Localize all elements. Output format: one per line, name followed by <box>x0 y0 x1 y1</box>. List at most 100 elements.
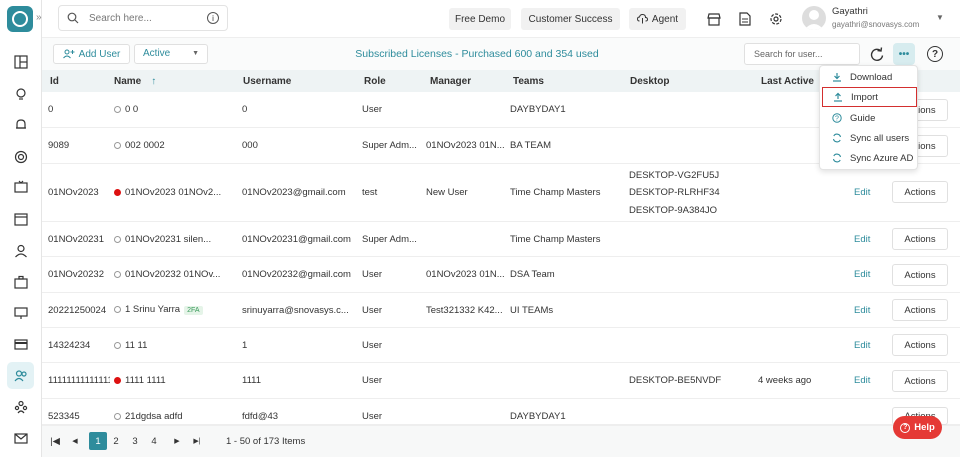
desktop-icon[interactable] <box>11 303 31 323</box>
customer-success-button[interactable]: Customer Success <box>521 8 620 30</box>
cell-name-text: 1 Srinu Yarra <box>125 304 181 315</box>
info-icon[interactable]: i <box>207 12 219 24</box>
app-logo[interactable] <box>7 6 33 32</box>
document-icon[interactable] <box>735 9 755 29</box>
cell-name[interactable]: 1 Srinu Yarra 2FA <box>114 304 238 315</box>
cell-name[interactable]: 01NOv2023 01NOv2... <box>114 187 236 198</box>
table-row: 1111111111111111 1111 1111 1111 User DES… <box>42 363 960 399</box>
status-select[interactable]: Active ▼ <box>134 44 208 64</box>
actions-button[interactable]: Actions <box>892 299 948 321</box>
cell-name[interactable]: 01NOv20232 01NOv... <box>114 269 236 280</box>
edit-link[interactable]: Edit <box>854 375 870 386</box>
next-page-icon[interactable]: ▶ <box>170 432 184 450</box>
billing-icon[interactable] <box>11 334 31 354</box>
cell-id: 01NOv2023 <box>48 187 99 198</box>
cell-desktop: DESKTOP-RLRHF34 <box>629 187 720 198</box>
prev-page-icon[interactable]: ◀ <box>68 432 82 450</box>
actions-button[interactable]: Actions <box>892 181 948 203</box>
col-role[interactable]: Role <box>364 76 386 87</box>
chevron-down-icon[interactable]: ▼ <box>936 13 944 22</box>
cell-teams: BA TEAM <box>510 140 552 151</box>
insights-icon[interactable] <box>11 84 31 104</box>
edit-link[interactable]: Edit <box>854 305 870 316</box>
table-row: 14324234 11 11 1 User Edit Actions <box>42 328 960 363</box>
productivity-icon[interactable] <box>11 147 31 167</box>
table-row: 01NOv20232 01NOv20232 01NOv... 01NOv2023… <box>42 257 960 293</box>
cell-desktop: DESKTOP-VG2FU5J <box>629 170 720 181</box>
store-icon[interactable] <box>704 9 724 29</box>
menu-item-guide[interactable]: ? Guide <box>822 108 917 128</box>
global-search-input[interactable] <box>89 11 199 26</box>
page-3-button[interactable]: 3 <box>127 432 143 450</box>
cell-id: 14324234 <box>48 340 91 351</box>
first-page-icon[interactable]: |◀ <box>48 432 62 450</box>
cell-name[interactable]: 0 0 <box>114 104 236 115</box>
add-user-icon <box>62 49 75 59</box>
cell-teams: DAYBYDAY1 <box>510 411 566 422</box>
menu-item-sync-azure[interactable]: Sync Azure AD <box>822 148 917 168</box>
cell-name[interactable]: 11 11 <box>114 340 236 351</box>
cell-last-active: 4 weeks ago <box>758 375 812 386</box>
user-search-input[interactable]: Search for user... <box>744 43 860 65</box>
menu-item-sync-all[interactable]: Sync all users <box>822 128 917 148</box>
col-username[interactable]: Username <box>243 76 291 87</box>
projects-icon[interactable] <box>11 272 31 292</box>
question-circle-icon: ? <box>832 113 842 123</box>
free-demo-button[interactable]: Free Demo <box>449 8 511 30</box>
user-avatar[interactable] <box>802 6 826 30</box>
edit-link[interactable]: Edit <box>854 187 870 198</box>
last-page-icon[interactable]: ▶| <box>190 432 204 450</box>
cell-teams: UI TEAMs <box>510 305 554 316</box>
cell-username: 000 <box>242 140 258 151</box>
menu-item-download[interactable]: Download <box>822 67 917 87</box>
calendar-icon[interactable] <box>11 209 31 229</box>
screens-icon[interactable] <box>11 177 31 197</box>
page-1-button[interactable]: 1 <box>89 432 107 450</box>
global-search: i <box>58 5 228 31</box>
add-user-button[interactable]: Add User <box>53 44 130 64</box>
table-row: 01NOv2023 01NOv2023 01NOv2... 01NOv2023@… <box>42 164 960 222</box>
cell-name[interactable]: 01NOv20231 silen... <box>114 234 236 245</box>
users-icon[interactable] <box>7 362 34 389</box>
cell-name[interactable]: 21dgdsa adfd <box>114 411 236 422</box>
actions-button[interactable]: Actions <box>892 334 948 356</box>
menu-item-import[interactable]: Import <box>822 87 917 107</box>
cell-role: test <box>362 187 378 198</box>
status-dot <box>114 306 121 313</box>
page-4-button[interactable]: 4 <box>146 432 162 450</box>
help-button[interactable]: ? Help <box>893 416 942 439</box>
settings-gear-icon[interactable] <box>766 9 786 29</box>
dashboard-icon[interactable] <box>11 52 31 72</box>
col-desktop[interactable]: Desktop <box>630 76 669 87</box>
col-id[interactable]: Id <box>50 76 59 87</box>
user-icon[interactable] <box>11 241 31 261</box>
help-question-icon[interactable]: ? <box>927 46 943 62</box>
chevron-down-icon: ▼ <box>192 50 199 57</box>
actions-button[interactable]: Actions <box>892 370 948 392</box>
cell-name[interactable]: 1111 1111 <box>114 375 236 386</box>
edit-link[interactable]: Edit <box>854 269 870 280</box>
status-dot <box>114 342 121 349</box>
alerts-icon[interactable] <box>11 115 31 135</box>
page-2-button[interactable]: 2 <box>108 432 124 450</box>
menu-item-sync-azure-label: Sync Azure AD <box>850 152 914 164</box>
edit-link[interactable]: Edit <box>854 234 870 245</box>
col-last-active[interactable]: Last Active <box>761 76 814 87</box>
col-teams[interactable]: Teams <box>513 76 544 87</box>
status-dot <box>114 106 121 113</box>
cell-role: User <box>362 375 383 386</box>
teams-icon[interactable] <box>11 397 31 417</box>
more-options-button[interactable]: ••• <box>893 43 915 65</box>
mail-icon[interactable] <box>11 428 31 448</box>
cell-name[interactable]: 002 0002 <box>114 140 236 151</box>
actions-button[interactable]: Actions <box>892 228 948 250</box>
cell-role: Super Adm... <box>362 234 417 245</box>
col-name[interactable]: Name ↑ <box>114 76 156 87</box>
expand-sidebar-icon[interactable]: » <box>36 12 42 23</box>
col-manager[interactable]: Manager <box>430 76 471 87</box>
edit-link[interactable]: Edit <box>854 340 870 351</box>
status-dot <box>114 236 121 243</box>
refresh-icon[interactable] <box>868 46 886 64</box>
actions-button[interactable]: Actions <box>892 264 948 286</box>
agent-button[interactable]: Agent <box>629 8 686 30</box>
